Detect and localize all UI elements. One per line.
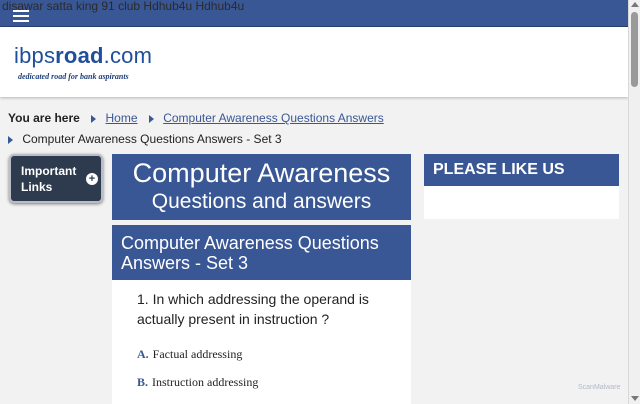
scroll-thumb[interactable]	[631, 12, 638, 87]
banner-line2: Questions and answers	[151, 190, 372, 213]
plus-circle-icon: +	[86, 173, 98, 185]
scrollbar[interactable]	[628, 0, 640, 404]
option-b[interactable]: B. Instruction addressing	[137, 375, 258, 390]
scroll-down-icon[interactable]	[631, 396, 639, 401]
top-bar: disawar satta king 91 club Hdhub4u Hdhub…	[0, 0, 628, 27]
marquee-text[interactable]: disawar satta king 91 club Hdhub4u Hdhub…	[2, 0, 244, 13]
like-us-heading: PLEASE LIKE US	[424, 154, 619, 186]
important-links-button[interactable]: Important Links +	[9, 154, 103, 203]
breadcrumb: You are here Home Computer Awareness Que…	[8, 111, 608, 146]
option-text: Factual addressing	[152, 347, 243, 361]
option-a[interactable]: A. Factual addressing	[137, 347, 242, 362]
option-letter: B.	[137, 375, 149, 389]
breadcrumb-arrow-icon	[148, 114, 154, 123]
breadcrumb-prefix: You are here	[8, 111, 80, 125]
question-card: 1. In which addressing the operand is ac…	[112, 280, 411, 404]
menu-icon[interactable]	[13, 10, 29, 25]
banner-line1: Computer Awareness	[132, 158, 391, 188]
article-title: Computer Awareness Questions Answers - S…	[112, 225, 411, 280]
option-letter: A.	[137, 347, 149, 361]
breadcrumb-current: Computer Awareness Questions Answers - S…	[22, 132, 282, 146]
important-links-label-line2: Links	[21, 180, 53, 194]
site-logo[interactable]: ibpsroad.com dedicated road for bank asp…	[14, 43, 152, 81]
scroll-up-icon[interactable]	[631, 2, 639, 7]
logo-tagline: dedicated road for bank aspirants	[18, 72, 129, 81]
like-us-widget: PLEASE LIKE US	[424, 154, 619, 219]
breadcrumb-home-link[interactable]: Home	[106, 111, 138, 125]
logo-bold: road	[55, 43, 104, 68]
scanmalware-watermark: ScanMalware	[578, 384, 621, 391]
option-text: Instruction addressing	[152, 375, 259, 389]
important-links-label-line1: Important	[21, 164, 77, 178]
breadcrumb-category-link[interactable]: Computer Awareness Questions Answers	[163, 111, 384, 125]
category-banner[interactable]: Computer Awareness Questions and answers	[112, 154, 411, 220]
breadcrumb-arrow-icon	[91, 114, 97, 123]
breadcrumb-arrow-icon	[8, 135, 13, 144]
logo-suffix: .com	[103, 43, 153, 68]
site-header: ibpsroad.com dedicated road for bank asp…	[0, 27, 628, 97]
question-text: 1. In which addressing the operand is ac…	[137, 291, 369, 327]
logo-prefix: ibps	[14, 43, 56, 68]
